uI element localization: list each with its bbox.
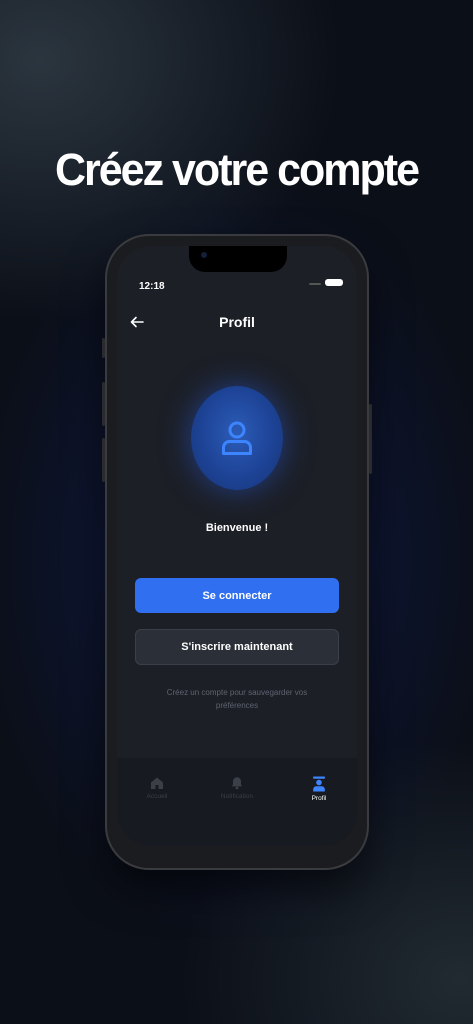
- signup-button[interactable]: S'inscrire maintenant: [135, 629, 339, 665]
- home-icon: [151, 777, 163, 789]
- tab-bar: Accueil Notification Profil: [117, 758, 357, 846]
- profile-icon: [313, 776, 325, 792]
- user-icon: [222, 421, 252, 455]
- power-button: [369, 404, 372, 474]
- headline: Créez votre compte: [54, 144, 420, 196]
- avatar: [191, 386, 283, 490]
- tab-home-label: Accueil: [146, 793, 168, 800]
- volume-up-button: [102, 382, 105, 426]
- status-time: 12:18: [139, 281, 165, 292]
- signal-indicator: [309, 283, 321, 285]
- battery-icon: [325, 279, 343, 286]
- tab-home[interactable]: Accueil: [127, 776, 187, 800]
- tab-notification-label: Notification: [220, 793, 254, 800]
- volume-down-button: [102, 438, 105, 482]
- login-button[interactable]: Se connecter: [135, 578, 339, 613]
- page-title: Profil: [219, 314, 255, 330]
- bell-icon: [231, 777, 243, 790]
- phone-frame: 12:18 Profil Bienvenue ! Se connecter S'…: [102, 234, 372, 870]
- camera: [201, 252, 207, 258]
- tab-notification[interactable]: Notification: [207, 776, 267, 800]
- tab-profil-label: Profil: [311, 795, 327, 802]
- welcome-text: Bienvenue !: [205, 522, 269, 534]
- phone-screen: 12:18 Profil Bienvenue ! Se connecter S'…: [117, 246, 357, 846]
- notch: [189, 246, 287, 272]
- tab-profil[interactable]: Profil: [289, 776, 349, 802]
- hint-text: Créez un compte pour sauvegarder vos pré…: [166, 688, 308, 710]
- mute-switch: [102, 338, 105, 358]
